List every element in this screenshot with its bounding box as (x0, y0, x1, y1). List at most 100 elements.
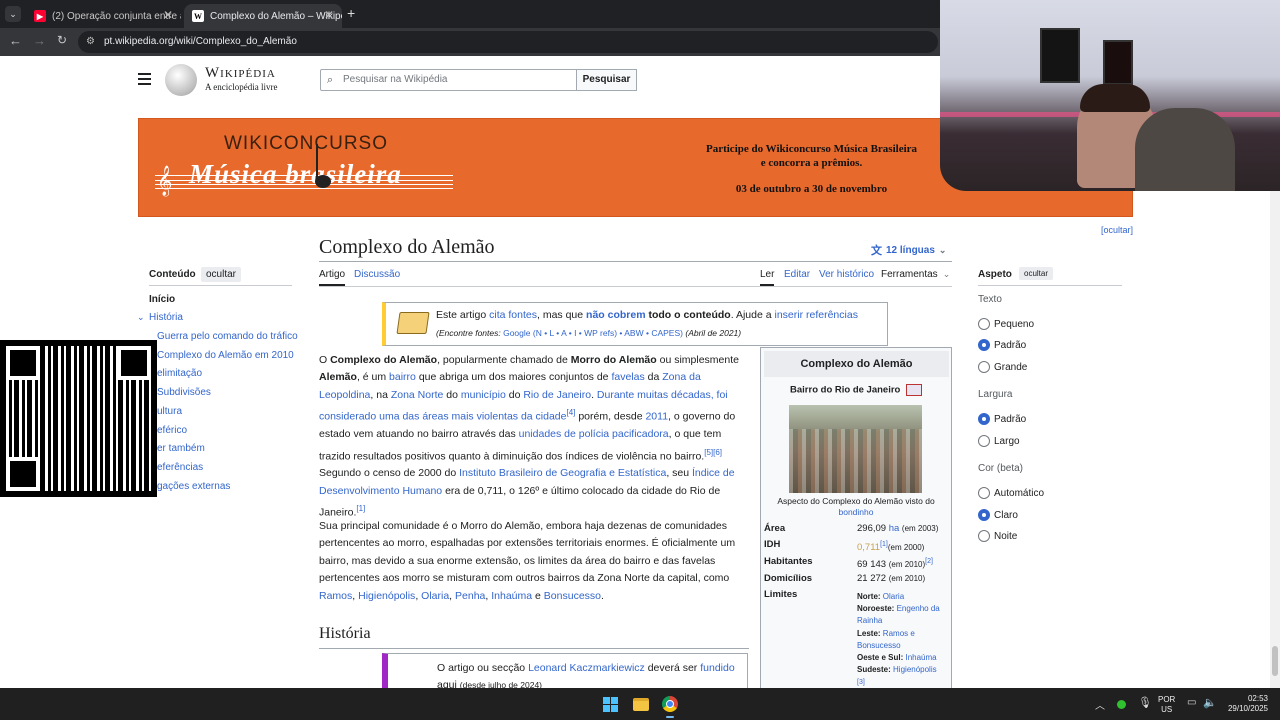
notice-sub-links[interactable]: Google (N • L • A • I • WP refs) • ABW •… (503, 328, 683, 338)
link[interactable]: unidades de polícia pacificadora (519, 428, 669, 440)
toc-item-inicio[interactable]: Início (149, 294, 175, 305)
link[interactable]: favelas (611, 371, 644, 383)
link[interactable]: Higienópolis (358, 590, 415, 602)
close-tab-icon[interactable]: ✕ (163, 8, 173, 22)
network-icon[interactable]: ▭ (1187, 697, 1196, 708)
microphone-icon[interactable]: 🎙 (1138, 696, 1152, 709)
back-arrow-icon[interactable]: ← (9, 33, 22, 48)
reference-link[interactable]: [3] (857, 679, 865, 686)
wikipedia-icon: W (192, 10, 204, 22)
tab-ver-historico[interactable]: Ver histórico (819, 269, 874, 280)
link[interactable]: Rio de Janeiro (523, 389, 591, 401)
main-menu-icon[interactable] (138, 73, 151, 85)
languages-label: 12 línguas (886, 244, 935, 256)
link[interactable]: Zona Norte (391, 389, 444, 401)
bold-term: Morro do Alemão (570, 354, 657, 366)
radio-width-largo[interactable]: Largo (978, 435, 1020, 447)
chevron-up-icon[interactable]: ︿ (1095, 697, 1105, 712)
toc-item-guerra[interactable]: Guerra pelo comando do tráfico (157, 331, 298, 342)
reload-icon[interactable]: ↻ (57, 33, 67, 47)
reference-link[interactable]: [1] (356, 504, 365, 513)
status-dot-icon[interactable] (1117, 700, 1126, 709)
radio-color-claro[interactable]: Claro (978, 509, 1018, 521)
radio-width-padrao[interactable]: Padrão (978, 413, 1026, 425)
toc-item-ver-tambem[interactable]: er também (157, 443, 205, 454)
language-selector[interactable]: 文 12 línguas ⌄ (871, 242, 946, 258)
toc-item-ligacoes[interactable]: gações externas (157, 481, 230, 492)
chrome-icon[interactable] (662, 696, 678, 712)
windows-start-icon[interactable] (603, 697, 618, 712)
caption-link[interactable]: bondinho (839, 507, 874, 517)
wikipedia-logo[interactable] (165, 64, 197, 96)
limit-link[interactable]: Olaria (883, 592, 904, 601)
radio-color-automatico[interactable]: Automático (978, 487, 1044, 499)
link[interactable]: Bonsucesso (544, 590, 601, 602)
new-tab-button[interactable]: + (347, 5, 355, 21)
toc-item-delimitacao[interactable]: elimitação (157, 368, 202, 379)
toc-item-subdivisoes[interactable]: Subdivisões (157, 387, 211, 398)
file-explorer-icon[interactable] (633, 698, 649, 711)
radio-label: Padrão (994, 413, 1027, 425)
tab-ler[interactable]: Ler (760, 269, 775, 286)
radio-text-padrao[interactable]: Padrão (978, 339, 1026, 351)
limit-link[interactable]: Higienópolis (893, 665, 937, 674)
tab-editar[interactable]: Editar (784, 269, 810, 280)
tab-youtube[interactable]: ▶ (2) Operação conjunta entre a P ✕ (26, 4, 181, 28)
windows-taskbar: ︿ 🎙 POR US ▭ 🔈 02:53 29/10/2025 (0, 688, 1280, 720)
tools-menu[interactable]: Ferramentas ⌄ (881, 269, 950, 280)
limit-link[interactable]: Inhaúma (905, 653, 936, 662)
toc-item-cultura[interactable]: ultura (157, 406, 182, 417)
notice-link-nao-cobrem[interactable]: não cobrem (586, 309, 646, 321)
limit-dir: Leste: (857, 628, 881, 638)
link[interactable]: Ramos (319, 590, 352, 602)
appearance-heading: Aspeto (978, 269, 1012, 280)
toc-item-2010[interactable]: Complexo do Alemão em 2010 (157, 350, 294, 361)
radio-text-pequeno[interactable]: Pequeno (978, 318, 1034, 330)
link[interactable]: município (461, 389, 506, 401)
title-divider (319, 261, 952, 262)
notice-link-cita-fontes[interactable]: cita fontes (489, 309, 537, 321)
site-info-icon[interactable]: ⚙ (86, 31, 95, 53)
tab-artigo[interactable]: Artigo (319, 269, 346, 286)
notice-link-inserir[interactable]: inserir referências (775, 309, 858, 321)
appearance-hide-button[interactable]: ocultar (1019, 267, 1054, 280)
chevron-down-icon[interactable]: ⌄ (137, 312, 145, 323)
link[interactable]: Penha (455, 590, 485, 602)
text-size-label: Texto (978, 294, 1002, 305)
link[interactable]: 2011 (645, 411, 668, 423)
radio-text-grande[interactable]: Grande (978, 361, 1027, 373)
radio-color-noite[interactable]: Noite (978, 530, 1017, 542)
volume-icon[interactable]: 🔈 (1203, 696, 1217, 709)
neighborhood-photo[interactable] (789, 405, 922, 493)
tab-search-button[interactable]: ⌄ (5, 6, 21, 22)
link[interactable]: Olaria (421, 590, 449, 602)
reference-link[interactable]: [2] (925, 558, 933, 565)
close-tab-icon[interactable]: ✕ (324, 8, 334, 22)
clock[interactable]: 02:53 29/10/2025 (1224, 694, 1268, 714)
unit-link[interactable]: ha (889, 523, 900, 534)
search-input[interactable]: ⌕ Pesquisar na Wikipédia (320, 69, 577, 91)
hide-banner-link[interactable]: [ocultar] (1101, 225, 1133, 235)
toc-item-teleferico[interactable]: eférico (157, 425, 187, 436)
reference-link[interactable]: [5][6] (704, 448, 722, 457)
tools-label: Ferramentas (881, 269, 938, 280)
link[interactable]: fundido (700, 662, 734, 674)
value: 69 143 (857, 559, 887, 571)
tab-discussao[interactable]: Discussão (354, 269, 400, 280)
section-heading-historia: História (319, 625, 371, 642)
forward-arrow-icon[interactable]: → (33, 33, 46, 48)
toc-item-historia[interactable]: História (149, 312, 183, 323)
link[interactable]: violentas da cidade (477, 411, 567, 423)
toc-item-referencias[interactable]: eferências (157, 462, 203, 473)
search-button[interactable]: Pesquisar (576, 69, 637, 91)
reference-link[interactable]: [1] (880, 541, 888, 548)
link[interactable]: bairro (389, 371, 416, 383)
address-bar[interactable]: ⚙ pt.wikipedia.org/wiki/Complexo_do_Alem… (78, 31, 938, 53)
link[interactable]: Leonard Kaczmarkiewicz (528, 662, 645, 674)
row-key: Área (764, 523, 786, 534)
toc-hide-button[interactable]: ocultar (201, 267, 242, 282)
tab-wikipedia[interactable]: W Complexo do Alemão – Wikipé ✕ (184, 4, 342, 28)
link[interactable]: Inhaúma (491, 590, 532, 602)
language-indicator[interactable]: POR US (1158, 695, 1175, 715)
link[interactable]: Instituto Brasileiro de Geografia e Esta… (459, 467, 666, 479)
